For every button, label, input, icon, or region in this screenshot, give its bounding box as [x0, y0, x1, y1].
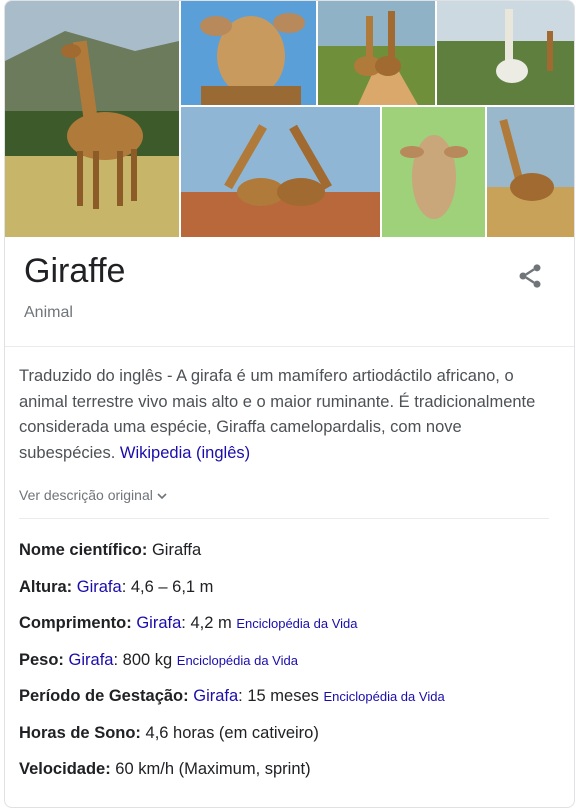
- divider: [19, 518, 549, 519]
- image-gallery: [5, 1, 574, 238]
- fact-gestation: Período de Gestação: Girafa: 15 meses En…: [19, 682, 559, 719]
- fact-source-link[interactable]: Enciclopédia da Vida: [323, 689, 444, 704]
- fact-weight: Peso: Girafa: 800 kg Enciclopédia da Vid…: [19, 646, 559, 683]
- page-title: Giraffe: [24, 252, 126, 290]
- view-original-toggle[interactable]: Ver descrição original: [19, 487, 168, 503]
- fact-value: : 4,2 m: [181, 614, 232, 632]
- giraffes-road-photo[interactable]: [318, 1, 435, 105]
- fact-source-link[interactable]: Enciclopédia da Vida: [177, 653, 298, 668]
- fact-length: Comprimento: Girafa: 4,2 m Enciclopédia …: [19, 609, 559, 646]
- share-icon: [519, 264, 541, 288]
- giraffe-field-photo[interactable]: [487, 107, 574, 237]
- fact-sleep-hours: Horas de Sono: 4,6 horas (em cativeiro): [19, 719, 559, 756]
- fact-value: : 15 meses: [238, 687, 319, 705]
- fact-value: 60 km/h (Maximum, sprint): [115, 760, 311, 778]
- fact-value: 4,6 horas (em cativeiro): [145, 723, 319, 742]
- entity-type: Animal: [24, 304, 73, 321]
- entity-description: Traduzido do inglês - A girafa é um mamí…: [19, 364, 554, 466]
- fact-label: Horas de Sono:: [19, 723, 141, 742]
- fact-value: Giraffa: [151, 541, 202, 559]
- wikipedia-link[interactable]: Wikipedia (inglês): [120, 444, 250, 462]
- fact-link[interactable]: Girafa: [77, 578, 122, 596]
- giraffe-savanna-photo[interactable]: [5, 1, 179, 237]
- fact-link[interactable]: Girafa: [136, 614, 181, 632]
- fact-link[interactable]: Girafa: [193, 687, 238, 705]
- fact-label: Altura:: [19, 577, 73, 596]
- giraffes-necks-photo[interactable]: [181, 107, 380, 237]
- fact-label: Nome científico:: [19, 541, 148, 559]
- fact-value: : 4,6 – 6,1 m: [121, 577, 214, 596]
- fact-label: Comprimento:: [19, 614, 132, 632]
- fact-scientific-name: Nome científico: Giraffa: [19, 536, 559, 573]
- white-giraffe-photo[interactable]: [437, 1, 574, 105]
- share-button[interactable]: [516, 262, 544, 290]
- fact-height: Altura: Girafa: 4,6 – 6,1 m: [19, 573, 559, 610]
- giraffe-face-photo[interactable]: [382, 107, 485, 237]
- panel-header: Giraffe Animal: [5, 238, 574, 347]
- fact-label: Velocidade:: [19, 760, 111, 778]
- fact-speed: Velocidade: 60 km/h (Maximum, sprint): [19, 755, 559, 792]
- fact-source-link[interactable]: Enciclopédia da Vida: [236, 616, 357, 631]
- chevron-down-icon: [157, 493, 167, 500]
- giraffe-closeup-photo[interactable]: [181, 1, 316, 105]
- facts-list: Nome científico: Giraffa Altura: Girafa:…: [19, 536, 559, 792]
- fact-link[interactable]: Girafa: [69, 651, 114, 669]
- view-original-label: Ver descrição original: [19, 487, 153, 503]
- fact-label: Peso:: [19, 650, 64, 669]
- description-text: Traduzido do inglês - A girafa é um mamí…: [19, 367, 536, 462]
- fact-label: Período de Gestação:: [19, 687, 189, 705]
- fact-value: : 800 kg: [113, 650, 173, 669]
